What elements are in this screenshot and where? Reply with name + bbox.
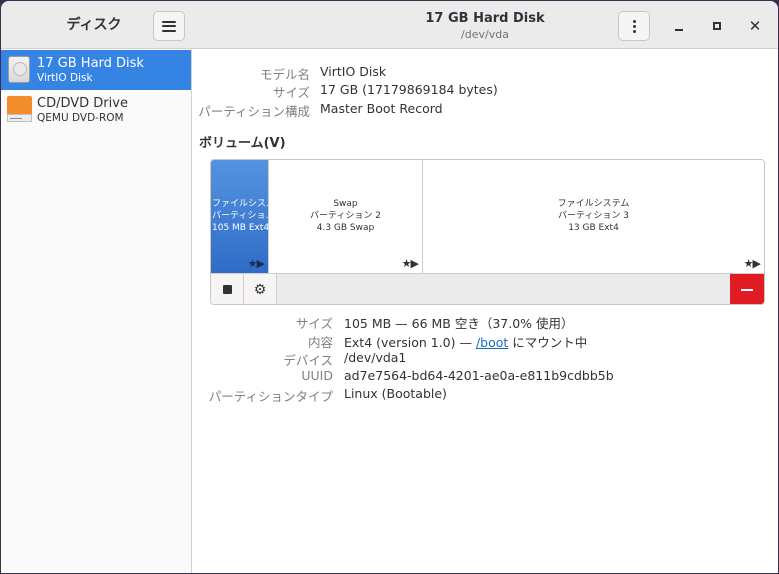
disks-window: ディスク 17 GB Hard Disk VirtIO Disk CD/DVD … <box>1 1 778 573</box>
volume-size-label: サイズ <box>295 316 333 331</box>
close-button[interactable]: ✕ <box>742 11 768 41</box>
mount-point-link[interactable]: /boot <box>476 335 508 350</box>
volume-contents-value: Ext4 (version 1.0) — /boot にマウント中 <box>344 335 588 350</box>
volume-device-value: /dev/vda1 <box>344 350 407 365</box>
star-play-icon: ★▶ <box>247 257 265 270</box>
maximize-button[interactable] <box>704 11 730 41</box>
size-value: 17 GB (17179869184 bytes) <box>320 82 498 97</box>
sidebar-header: ディスク <box>1 1 192 49</box>
header-bar: 17 GB Hard Disk /dev/vda ✕ <box>192 1 778 49</box>
maximize-icon <box>713 22 721 30</box>
disk-details: モデル名 VirtIO Disk サイズ 17 GB (17179869184 … <box>192 50 778 573</box>
close-icon: ✕ <box>748 16 762 35</box>
partitioning-value: Master Boot Record <box>320 101 443 116</box>
gear-icon: ⚙ <box>253 281 267 298</box>
hamburger-icon <box>162 20 176 32</box>
drive-name: 17 GB Hard Disk <box>37 56 144 71</box>
unmount-button[interactable] <box>211 274 244 304</box>
sidebar: ディスク 17 GB Hard Disk VirtIO Disk CD/DVD … <box>1 1 192 573</box>
minimize-button[interactable] <box>666 11 692 41</box>
volume-size-value: 105 MB — 66 MB 空き（37.0% 使用） <box>344 316 574 331</box>
volume-map: ファイルシス… パーティショ… 105 MB Ext4 ★▶ Swap パーティ… <box>210 159 765 305</box>
partition-1[interactable]: ファイルシス… パーティショ… 105 MB Ext4 ★▶ <box>211 160 269 273</box>
volume-uuid-label: UUID <box>301 368 333 383</box>
partition-bar: ファイルシス… パーティショ… 105 MB Ext4 ★▶ Swap パーティ… <box>211 160 764 273</box>
main-menu-button[interactable] <box>153 11 185 41</box>
drive-subtitle: QEMU DVD-ROM <box>37 112 124 124</box>
drive-name: CD/DVD Drive <box>37 96 128 111</box>
star-play-icon: ★▶ <box>401 257 419 270</box>
model-value: VirtIO Disk <box>320 64 387 79</box>
volume-uuid-value: ad7e7564-bd64-4201-ae0a-e811b9cdbb5b <box>344 368 614 383</box>
minus-icon <box>741 288 753 291</box>
partitioning-label: パーティション構成 <box>198 104 310 119</box>
partition-3[interactable]: ファイルシステム パーティション 3 13 GB Ext4 ★▶ <box>423 160 764 273</box>
hard-disk-icon <box>7 56 32 84</box>
partition-2[interactable]: Swap パーティション 2 4.3 GB Swap ★▶ <box>269 160 423 273</box>
delete-partition-button[interactable] <box>730 274 764 304</box>
volume-device-label: デバイス <box>283 353 333 368</box>
stop-icon <box>222 285 232 294</box>
volume-toolbar: ⚙ <box>211 273 764 304</box>
size-label: サイズ <box>272 85 310 100</box>
drive-item-cd-dvd[interactable]: CD/DVD Drive QEMU DVD-ROM <box>1 90 191 130</box>
volume-ptype-label: パーティションタイプ <box>208 389 333 404</box>
optical-drive-icon <box>7 96 32 124</box>
model-label: モデル名 <box>259 67 310 82</box>
drive-item-hard-disk[interactable]: 17 GB Hard Disk VirtIO Disk <box>1 50 191 90</box>
volume-contents-label: 内容 <box>307 335 333 350</box>
star-play-icon: ★▶ <box>743 257 761 270</box>
drive-list: 17 GB Hard Disk VirtIO Disk CD/DVD Drive… <box>1 50 191 130</box>
drive-options-button[interactable] <box>618 11 650 41</box>
drive-subtitle: VirtIO Disk <box>37 72 93 84</box>
volumes-heading: ボリューム(V) <box>199 136 286 151</box>
partition-options-button[interactable]: ⚙ <box>244 274 277 304</box>
volume-ptype-value: Linux (Bootable) <box>344 386 447 401</box>
minimize-icon <box>675 28 683 31</box>
